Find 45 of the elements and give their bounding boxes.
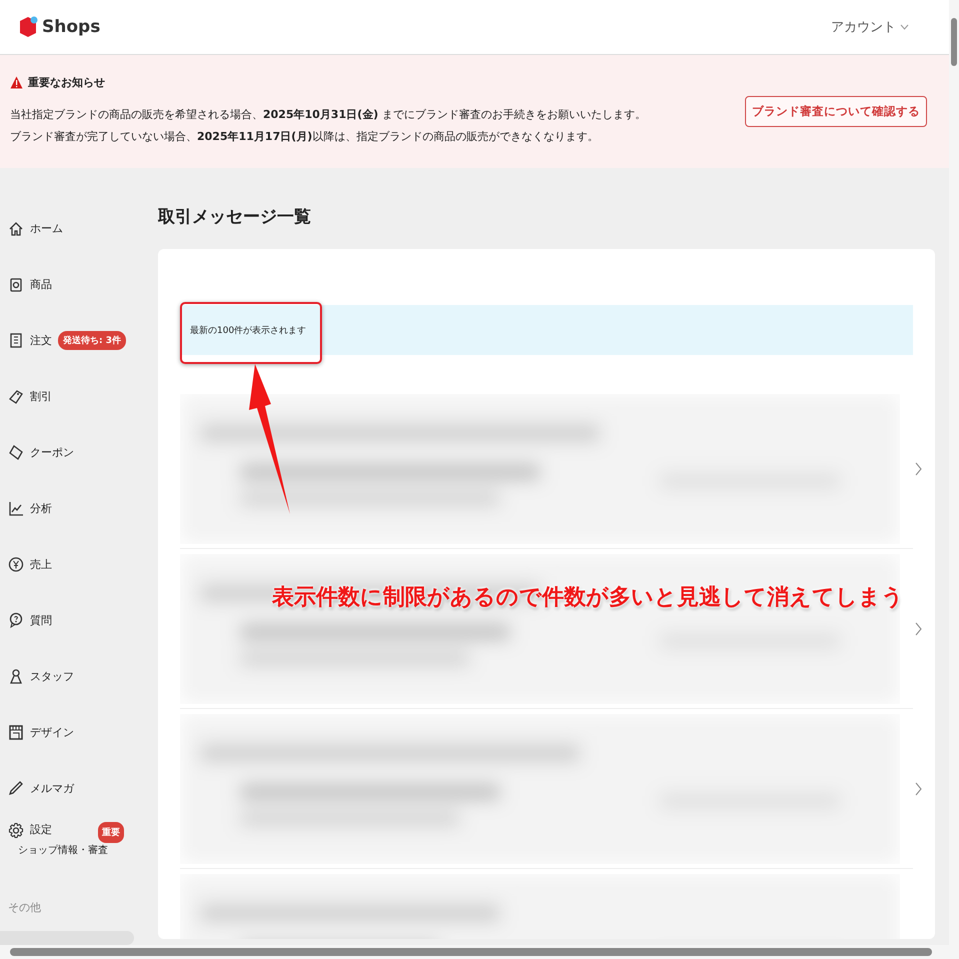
yen-icon [8,556,24,572]
chevron-down-icon [900,24,909,30]
sidebar-item[interactable]: メルマガ [0,760,140,816]
storefront-icon [8,724,24,740]
badge: 発送待ち: 3件 [58,330,126,350]
section-label: その他 [7,900,42,915]
sidebar-item[interactable]: 注文 発送待ち: 3件 [0,312,140,368]
sidebar-item[interactable]: クーポン [0,424,140,480]
person-icon [8,668,24,684]
notice-text: 当社指定ブランドの商品の販売を希望される場合、2025年10月31日(金) までにブランド審査のお手続きをお願いいたします。 [10,107,646,123]
badge: 重要 [98,822,124,843]
question-icon [8,612,24,628]
ticket-icon [8,444,24,460]
chevron-icon[interactable] [915,462,923,476]
sidebar-item[interactable]: 割引 [0,368,140,424]
document-icon [8,332,24,348]
brand-review-button[interactable]: ブランド審査について確認する [745,96,927,127]
chart-icon [8,500,24,516]
sidebar-item[interactable]: 質問 [0,592,140,648]
horizontal-scrollbar[interactable] [0,945,959,959]
chevron-icon[interactable] [915,622,923,636]
pencil-icon [8,780,24,796]
sidebar-sublabel: ショップ情報・審査 [18,844,108,857]
sidebar-item[interactable]: デザイン [0,704,140,760]
logo-icon [18,15,38,39]
gear-icon [8,822,24,839]
logo-text: Shops [42,17,100,37]
account-menu[interactable]: アカウント [825,17,915,37]
notice-text: ブランド審査が完了していない場合、2025年11月17日(月)以降は、指定ブランドの商品の販売ができなくなります。 [10,129,600,145]
home-icon [8,220,24,236]
page-title: 取引メッセージ一覧 [158,206,312,228]
sidebar-item[interactable]: 商品 [0,256,140,312]
sidebar-item[interactable]: 売上 [0,536,140,592]
sidebar-item[interactable]: ホーム [0,200,140,256]
sidebar-item[interactable]: 分析 [0,480,140,536]
sidebar-item[interactable]: スタッフ [0,648,140,704]
camera-icon [8,276,24,292]
tag-icon [8,388,24,404]
annotation-text: 表示件数に制限があるので件数が多いと見逃して消えてしまう [272,584,904,612]
info-text: 最新の100件が表示されます [190,324,306,336]
vertical-scrollbar[interactable] [949,0,959,945]
chevron-icon[interactable] [915,782,923,796]
warning-icon [10,76,23,89]
notice-title: 重要なお知らせ [28,75,105,90]
sidebar-item[interactable]: 設定 重要 ショップ情報・審査 [0,816,140,878]
